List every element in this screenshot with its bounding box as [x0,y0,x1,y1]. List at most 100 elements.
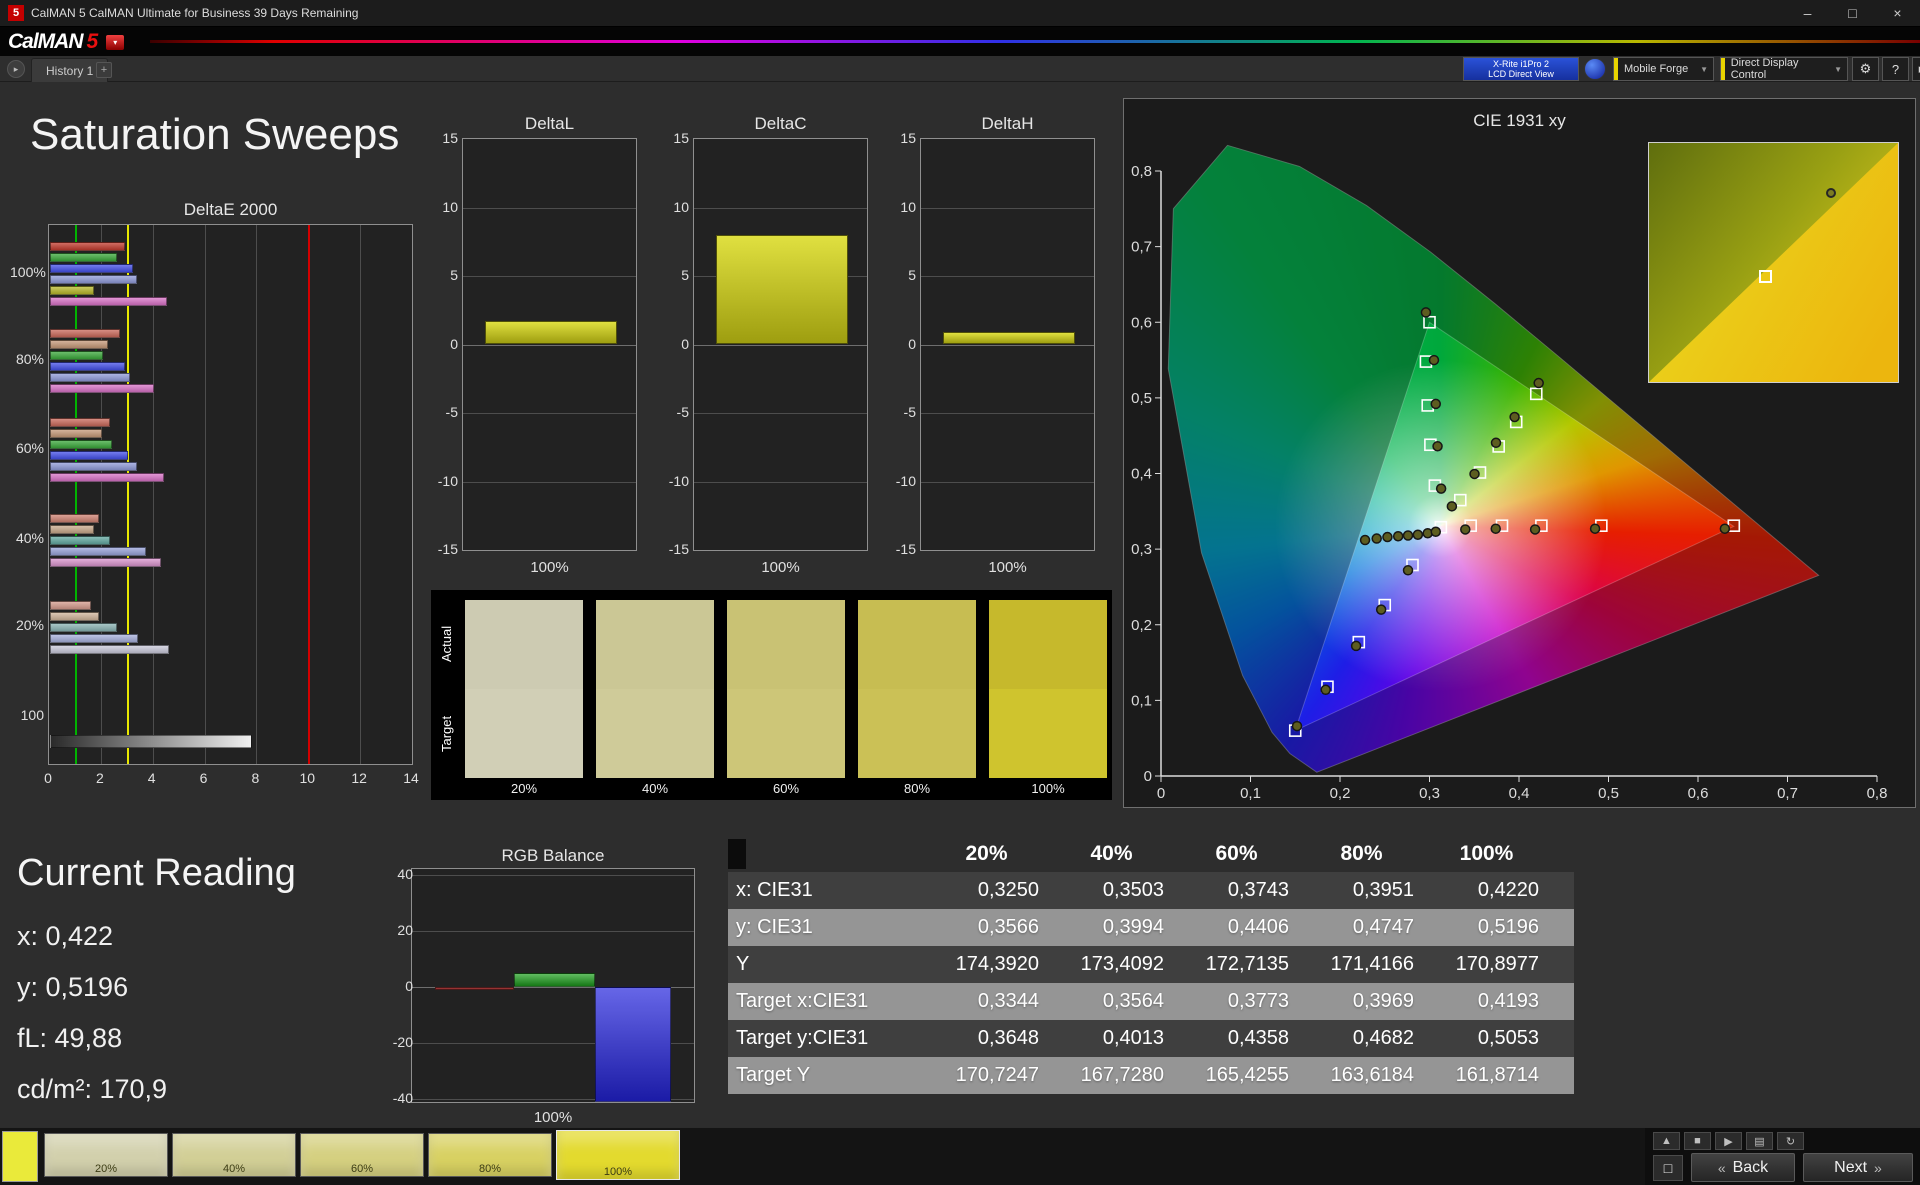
y-tick-label: 10 [900,198,916,215]
footer-swatch-20%[interactable]: 20% [44,1133,168,1177]
y-tick-label: -10 [668,472,689,489]
table-body: x: CIE31 0,3250 0,3503 0,3743 0,3951 0,4220 y:… [728,872,1574,1094]
table-row: y: CIE31 0,3566 0,3994 0,4406 0,4747 0,5196 [728,909,1574,946]
close-button[interactable]: × [1875,0,1920,27]
actual-swatch [465,600,583,689]
delta-e-bar [50,264,133,273]
more-button[interactable]: ▸ [1912,57,1920,81]
cie-measured-point [1350,640,1362,652]
table-cell: 170,7247 [955,1064,1039,1086]
table-row: Y 174,3920 173,4092 172,7135 171,4166 170,897… [728,946,1574,983]
settings-button[interactable]: ⚙ [1852,57,1879,81]
meter-button[interactable]: X-Rite i1Pro 2 LCD Direct View [1463,57,1579,81]
svg-text:0,5: 0,5 [1598,785,1619,802]
delta-h-bar [943,332,1075,345]
back-button[interactable]: « Back [1691,1153,1795,1182]
table-header-spacer [746,835,924,872]
titlebar: 5 CalMAN 5 CalMAN Ultimate for Business … [0,0,1920,27]
print-icon[interactable]: ▤ [1746,1132,1773,1150]
table-cell: 0,4013 [1102,1027,1164,1049]
maximize-button[interactable]: □ [1830,0,1875,27]
eject-icon[interactable]: ▲ [1653,1132,1680,1150]
active-color-patch [2,1131,38,1182]
table-cell: 0,4747 [1352,916,1414,938]
cie-measured-point [1428,354,1440,366]
reference-line [308,225,311,764]
calman-logo: CalMAN 5 ▾ [8,30,125,54]
delta-e-bar [50,429,102,438]
delta-c-bar [716,234,848,345]
help-button[interactable]: ? [1882,57,1909,81]
display-label: Direct Display Control [1730,57,1799,81]
table-cell: 0,4358 [1227,1027,1289,1049]
logo-dropdown[interactable]: ▾ [106,34,125,50]
y-tick-label: 0 [405,977,413,994]
reading-x: x: 0,422 [17,921,114,951]
table-corner-block [728,839,746,869]
y-tick-label: 15 [900,130,916,146]
swatch-column: 100% [989,600,1107,796]
delta-l-xlabel: 100% [530,559,569,576]
table-cell: 0,4682 [1352,1027,1414,1049]
table-cell: 0,3344 [977,990,1039,1012]
refresh-icon[interactable]: ↻ [1777,1132,1804,1150]
delta-c-xlabel: 100% [761,559,800,576]
footer-swatch-80%[interactable]: 80% [428,1133,552,1177]
y-tick-label: -10 [895,472,916,489]
pattern-window-button[interactable]: □ [1653,1155,1683,1181]
cie-measured-point [1432,441,1443,452]
display-control-button[interactable]: Direct Display Control ▼ [1720,57,1848,81]
cie-title: CIE 1931 xy [1473,111,1566,130]
y-tick-label: 15 [673,130,689,146]
next-chevrons-icon: » [1874,1159,1882,1176]
svg-text:0,7: 0,7 [1131,239,1152,256]
cie-measured-point [1402,530,1414,541]
measurement-table: 20% 40% 60% 80% 100% x: CIE31 0,3250 0,3503 0,3… [728,835,1574,1094]
play-icon[interactable]: ▶ [1715,1132,1742,1150]
cie-measured-point [1490,523,1501,534]
delta-e-bar [50,286,95,295]
delta-e-bar [50,384,154,393]
footer-swatch-label: 60% [350,1163,374,1175]
delta-e-bar [50,373,131,382]
swatch-label: 60% [772,781,800,796]
tab-add-button[interactable]: + [96,62,112,78]
target-row-label: Target [439,715,454,753]
delta-c-panel: DeltaC 100% 15 10 5 0 -5 -10 -15 [651,112,883,590]
table-cell: 161,8714 [1455,1064,1539,1086]
stop-icon[interactable]: ■ [1684,1132,1711,1150]
cie-measured-point [1469,468,1480,480]
y-tick-label: -20 [392,1033,413,1050]
gridline [694,344,867,346]
actual-row-label: Actual [439,625,454,663]
source-status-bar [1614,58,1618,80]
source-button[interactable]: Mobile Forge ▼ [1613,57,1714,81]
gridline [463,207,636,209]
swatch-column: 60% [727,600,845,796]
y-tick-label: -15 [895,541,916,557]
delta-e-bar [50,557,162,567]
svg-text:0,4: 0,4 [1509,785,1530,802]
svg-text:0,8: 0,8 [1131,163,1152,180]
row-label: x: CIE31 [736,879,813,901]
minimize-button[interactable]: – [1785,0,1830,27]
tab-nav-arrow[interactable]: ▸ [7,60,25,78]
next-button[interactable]: Next » [1803,1153,1913,1182]
footer-swatch-100%[interactable]: 100% [556,1130,680,1180]
cie-measured-point [1392,531,1404,542]
delta-e-bar [50,462,137,471]
meter-badge-icon[interactable] [1584,58,1606,80]
cie-measured-point [1533,377,1544,389]
rgb-balance-plot [411,868,695,1103]
table-cell: 0,3773 [1227,990,1289,1012]
footer-swatch-60%[interactable]: 60% [300,1133,424,1177]
back-chevrons-icon: « [1717,1159,1726,1176]
cie-measured-point [1382,531,1393,543]
target-swatch [596,689,714,778]
svg-text:0,7: 0,7 [1777,785,1798,802]
window-title: CalMAN 5 CalMAN Ultimate for Business 39… [31,6,359,20]
current-reading: Current Reading x: 0,422 y: 0,5196 fL: 4… [17,852,296,1125]
footer-swatch-40%[interactable]: 40% [172,1133,296,1177]
x-tick-label: 6 [199,770,208,786]
meter-line2: LCD Direct View [1488,69,1554,79]
